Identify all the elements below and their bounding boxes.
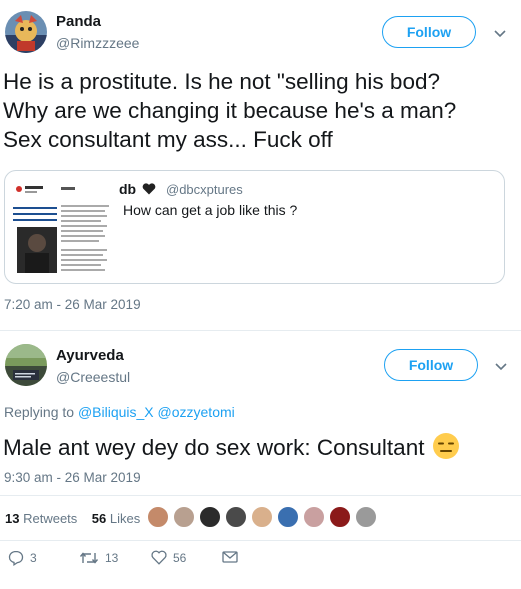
likes-stat[interactable]: 56 Likes	[92, 511, 140, 526]
avatar[interactable]	[5, 344, 47, 386]
retweets-stat[interactable]: 13 Retweets	[5, 511, 77, 526]
quoted-media-thumbnail[interactable]	[13, 179, 113, 277]
liker-avatar[interactable]	[303, 506, 325, 528]
like-button[interactable]: 56	[151, 550, 186, 565]
reply-count: 3	[30, 551, 37, 565]
tweet-timestamp[interactable]: 7:20 am - 26 Mar 2019	[4, 297, 141, 312]
replying-to: Replying to @Biliquis_X @ozzyetomi	[4, 404, 235, 420]
retweets-label: Retweets	[23, 511, 78, 526]
tweet-timestamp[interactable]: 9:30 am - 26 Mar 2019	[4, 470, 141, 485]
black-heart-icon	[142, 183, 156, 195]
tweet-text-line: He is a prostitute. Is he not "selling h…	[3, 69, 440, 94]
tweet-text: He is a prostitute. Is he not "selling h…	[3, 67, 513, 154]
expressionless-face-emoji-icon	[432, 433, 459, 459]
divider	[0, 540, 521, 541]
tweet-text-line: Sex consultant my ass... Fuck off	[3, 127, 333, 152]
liker-avatar[interactable]	[199, 506, 221, 528]
author-handle[interactable]: @Rimzzzeee	[56, 35, 139, 51]
liker-avatar[interactable]	[355, 506, 377, 528]
author-name[interactable]: Panda	[56, 13, 101, 30]
retweet-button[interactable]: 13	[79, 550, 118, 566]
author-handle[interactable]: @Creeestul	[56, 369, 130, 385]
engagement-stats: 13 Retweets 56 Likes	[5, 511, 140, 526]
envelope-icon	[222, 551, 238, 563]
divider	[0, 495, 521, 496]
reply-button[interactable]: 3	[8, 550, 37, 566]
likes-count: 56	[91, 511, 107, 526]
quoted-author-handle: @dbcxptures	[166, 182, 243, 197]
chevron-down-icon[interactable]	[495, 358, 507, 374]
replying-to-prefix: Replying to	[4, 404, 78, 420]
follow-button-label: Follow	[408, 357, 454, 373]
liker-avatar[interactable]	[277, 506, 299, 528]
quoted-tweet[interactable]: db @dbcxptures How can get a job like th…	[4, 170, 505, 284]
reply-icon	[8, 550, 24, 566]
chevron-down-icon[interactable]	[494, 25, 506, 41]
liker-avatar[interactable]	[251, 506, 273, 528]
like-count: 56	[173, 550, 187, 565]
liker-avatar[interactable]	[147, 506, 169, 528]
tweet-text-line: Why are we changing it because he's a ma…	[3, 98, 457, 123]
mention-link[interactable]: @Biliquis_X	[78, 404, 154, 420]
divider	[0, 330, 521, 331]
liker-avatar[interactable]	[329, 506, 351, 528]
follow-button-label: Follow	[406, 24, 452, 40]
liker-avatar[interactable]	[173, 506, 195, 528]
quoted-author-name-text: db	[119, 181, 137, 197]
heart-icon	[151, 550, 167, 565]
follow-button[interactable]: Follow	[382, 16, 476, 48]
tweet-actions: 3 13 56	[0, 550, 521, 574]
author-name[interactable]: Ayurveda	[56, 347, 124, 364]
retweets-count: 13	[5, 511, 20, 526]
mention-link[interactable]: @ozzyetomi	[158, 404, 235, 420]
direct-message-button[interactable]	[222, 550, 238, 564]
avatar[interactable]	[5, 11, 47, 53]
tweet-text-content: Male ant wey dey do sex work: Consultant	[3, 435, 425, 460]
quoted-author-name: db	[119, 181, 156, 197]
follow-button[interactable]: Follow	[384, 349, 478, 381]
tweet-text: Male ant wey dey do sex work: Consultant	[3, 432, 513, 462]
retweet-icon	[79, 552, 99, 564]
retweet-count: 13	[105, 551, 119, 565]
liker-avatar[interactable]	[225, 506, 247, 528]
quoted-tweet-text: How can get a job like this ?	[123, 202, 298, 218]
likes-label: Likes	[109, 511, 141, 526]
